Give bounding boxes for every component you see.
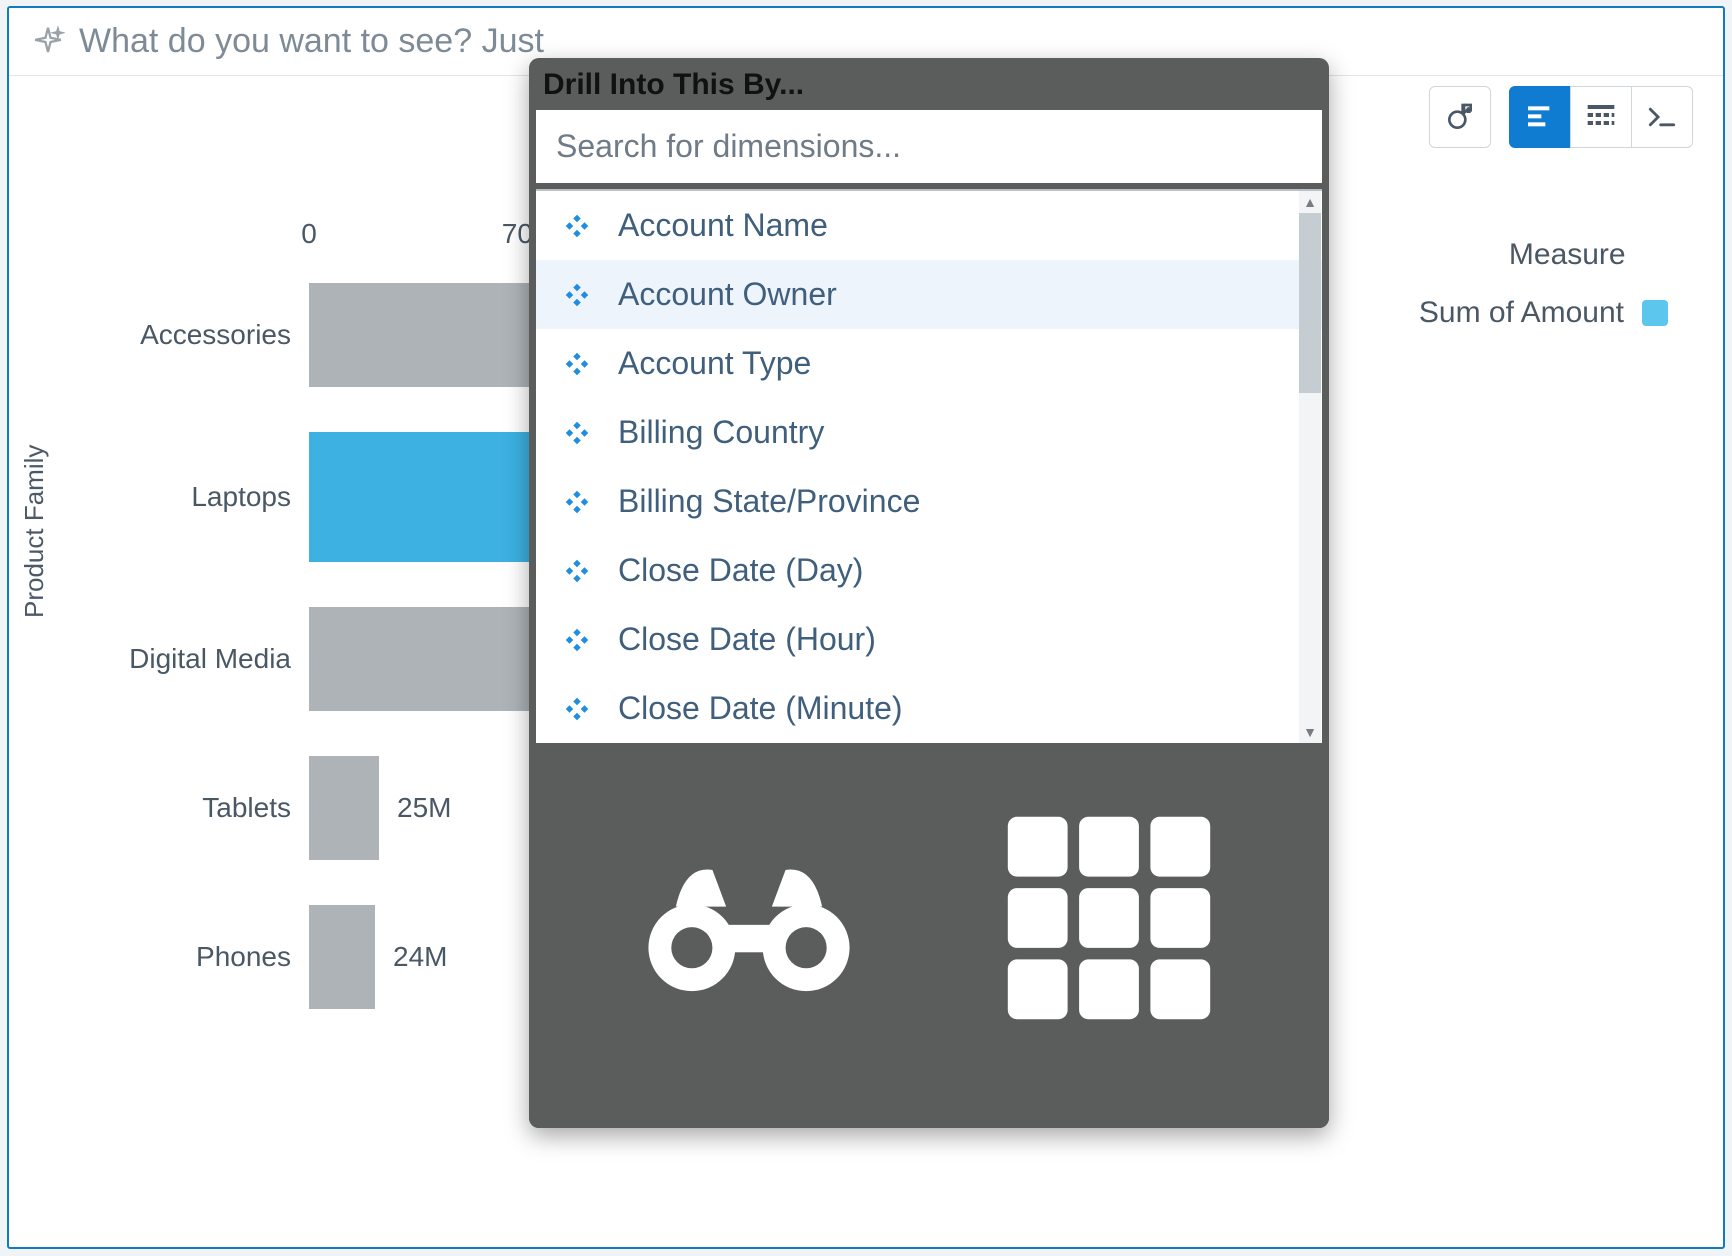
dimension-item[interactable]: Close Date (Day) <box>536 536 1322 605</box>
query-view-button[interactable] <box>1631 86 1693 148</box>
popover-title: Drill Into This By... <box>529 58 1329 110</box>
bar-label: Laptops <box>119 481 309 513</box>
view-toolbar <box>1429 86 1693 148</box>
bar-label: Tablets <box>119 792 309 824</box>
bar-label: Digital Media <box>119 643 309 675</box>
bar-label: Phones <box>119 941 309 973</box>
dimension-item[interactable]: Close Date (Minute) <box>536 674 1322 743</box>
dimension-item[interactable]: Billing Country <box>536 398 1322 467</box>
dimension-icon <box>562 349 592 379</box>
explore-button[interactable] <box>1429 86 1491 148</box>
legend-label: Sum of Amount <box>1419 296 1624 330</box>
dimension-item[interactable]: Account Owner <box>536 260 1322 329</box>
dimension-label: Account Owner <box>618 276 837 313</box>
table-view-button[interactable] <box>1570 86 1632 148</box>
scroll-down-icon[interactable]: ▼ <box>1299 721 1321 743</box>
bar-value: 25M <box>397 792 451 824</box>
grid-icon[interactable] <box>994 803 1224 1038</box>
dimension-item[interactable]: Account Type <box>536 329 1322 398</box>
scrollbar[interactable]: ▲ ▼ <box>1299 191 1321 743</box>
bar-rect[interactable] <box>309 905 375 1009</box>
dimension-icon <box>562 625 592 655</box>
chart-view-button[interactable] <box>1509 86 1571 148</box>
dimension-list-wrap: Account Name Account Owner Account Type … <box>536 189 1322 743</box>
dimension-label: Close Date (Day) <box>618 552 863 589</box>
dimension-icon <box>562 556 592 586</box>
y-axis-title: Product Family <box>19 445 50 618</box>
drill-popover: Drill Into This By... Account Name Accou… <box>529 58 1329 1128</box>
dimension-label: Account Name <box>618 207 828 244</box>
dimension-icon <box>562 694 592 724</box>
sparkle-icon <box>31 25 65 59</box>
dimension-item[interactable]: Billing State/Province <box>536 467 1322 536</box>
dimension-icon <box>562 280 592 310</box>
binoculars-icon[interactable] <box>634 838 864 1003</box>
dimension-icon <box>562 418 592 448</box>
dimension-icon <box>562 211 592 241</box>
dimension-label: Billing State/Province <box>618 483 920 520</box>
app-frame: Product Family 0 70M 350M Accessories La… <box>7 6 1725 1249</box>
view-mode-group <box>1509 86 1693 148</box>
dimension-item[interactable]: Account Name <box>536 191 1322 260</box>
bar-value: 24M <box>393 941 447 973</box>
dimension-label: Billing Country <box>618 414 824 451</box>
nlq-search-input[interactable] <box>79 22 1701 61</box>
dimension-list[interactable]: Account Name Account Owner Account Type … <box>536 191 1322 743</box>
legend: Measure Sum of Amount <box>1419 238 1668 330</box>
bar-rect[interactable] <box>309 756 379 860</box>
legend-title: Measure <box>1419 238 1668 272</box>
bar-label: Accessories <box>119 319 309 351</box>
x-axis-ticks: 0 70M <box>309 218 559 250</box>
dimension-label: Account Type <box>618 345 811 382</box>
dimension-icon <box>562 487 592 517</box>
legend-swatch <box>1642 300 1668 326</box>
popover-actions <box>529 743 1329 1128</box>
scroll-up-icon[interactable]: ▲ <box>1299 191 1321 213</box>
dimension-search-input[interactable] <box>536 110 1322 183</box>
dimension-label: Close Date (Minute) <box>618 690 903 727</box>
dimension-item[interactable]: Close Date (Hour) <box>536 605 1322 674</box>
dimension-label: Close Date (Hour) <box>618 621 876 658</box>
x-tick: 0 <box>279 218 339 250</box>
scroll-thumb[interactable] <box>1299 213 1321 393</box>
legend-item[interactable]: Sum of Amount <box>1419 296 1668 330</box>
